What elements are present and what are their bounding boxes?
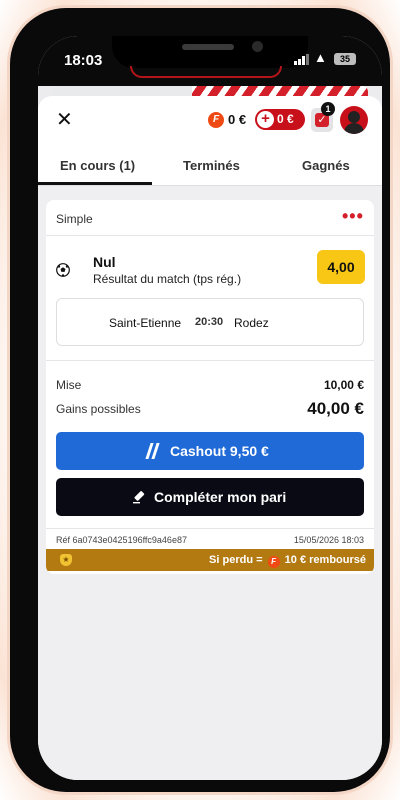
bet-reference: Réf 6a0743e0425196ffc9a46e87 bbox=[56, 535, 187, 545]
status-time: 18:03 bbox=[64, 52, 103, 69]
avatar[interactable] bbox=[340, 106, 368, 134]
bonus-balance: 0 € bbox=[277, 112, 294, 126]
my-bets-sheet: ✕ F 0 € + 0 € ✓ 1 En cours (1) Terminés bbox=[38, 96, 382, 780]
bet-type: Simple bbox=[56, 212, 93, 226]
plus-icon: + bbox=[257, 111, 274, 128]
betslip-count-badge: 1 bbox=[321, 102, 335, 116]
phone-frame: 18:03 ▲ 35 ✕ F 0 € + 0 € ✓ 1 En cours (1… bbox=[10, 8, 390, 792]
earpiece bbox=[182, 44, 234, 50]
bet-card: Simple ••• Nul Résultat du match (tps ré… bbox=[46, 200, 374, 574]
status-bar: 18:03 ▲ 35 bbox=[38, 36, 382, 86]
sheet-header: ✕ F 0 € + 0 € ✓ 1 bbox=[38, 96, 382, 144]
camera-icon bbox=[252, 41, 263, 52]
away-team: Rodez bbox=[234, 316, 269, 330]
refund-suffix: 10 € remboursé bbox=[284, 554, 366, 566]
bet-card-header: Simple ••• bbox=[46, 200, 374, 236]
stake-label: Mise bbox=[56, 378, 82, 392]
bet-status-tabs: En cours (1) Terminés Gagnés bbox=[38, 144, 382, 186]
cashout-icon bbox=[145, 443, 160, 459]
complete-bet-button[interactable]: Compléter mon pari bbox=[56, 478, 364, 516]
eraser-icon bbox=[133, 491, 145, 504]
football-icon bbox=[56, 263, 70, 277]
tab-termines[interactable]: Terminés bbox=[183, 158, 240, 173]
dynamic-island bbox=[112, 36, 308, 68]
bet-card-footer: Réf 6a0743e0425196ffc9a46e87 15/05/2026 … bbox=[46, 528, 374, 548]
bet-date: 15/05/2026 18:03 bbox=[293, 535, 364, 545]
shield-icon: ★ bbox=[60, 554, 72, 566]
bonus-balance-button[interactable]: + 0 € bbox=[255, 109, 305, 130]
bet-market: Résultat du match (tps rég.) bbox=[93, 272, 242, 286]
phone-screen: 18:03 ▲ 35 ✕ F 0 € + 0 € ✓ 1 En cours (1… bbox=[38, 36, 382, 780]
bet-selection: Nul bbox=[93, 254, 116, 270]
match-box[interactable]: Saint-Etienne 20:30 Rodez bbox=[56, 298, 364, 346]
complete-bet-label: Compléter mon pari bbox=[154, 489, 287, 505]
stake-value: 10,00 € bbox=[323, 378, 364, 392]
home-team: Saint-Etienne bbox=[109, 316, 182, 330]
fpoints-coin-icon: F bbox=[267, 556, 280, 568]
tab-gagnes[interactable]: Gagnés bbox=[302, 158, 350, 173]
more-options-icon[interactable]: ••• bbox=[342, 206, 364, 227]
active-tab-indicator bbox=[38, 182, 152, 185]
avatar-body bbox=[344, 123, 364, 134]
close-icon[interactable]: ✕ bbox=[56, 107, 73, 132]
kickoff-time: 20:30 bbox=[195, 316, 224, 328]
odds-badge: 4,00 bbox=[317, 250, 365, 284]
fpoints-balance: 0 € bbox=[228, 112, 247, 127]
avatar-head bbox=[348, 111, 360, 123]
tab-en-cours[interactable]: En cours (1) bbox=[60, 158, 135, 173]
cashout-label: Cashout 9,50 € bbox=[170, 443, 269, 459]
fpoints-coin-icon: F bbox=[208, 112, 224, 128]
potential-winnings-label: Gains possibles bbox=[56, 402, 141, 416]
refund-promo-bar: ★ Si perdu = F 10 € remboursé bbox=[46, 549, 374, 571]
refund-text: Si perdu = F 10 € remboursé bbox=[209, 554, 366, 568]
cashout-button[interactable]: Cashout 9,50 € bbox=[56, 432, 364, 470]
wifi-icon: ▲ bbox=[314, 50, 327, 65]
refund-prefix: Si perdu = bbox=[209, 554, 263, 566]
potential-winnings-value: 40,00 € bbox=[307, 399, 364, 418]
signal-icon bbox=[294, 54, 309, 65]
divider bbox=[46, 360, 374, 361]
live-activity-indicator bbox=[130, 66, 282, 78]
battery-icon: 35 bbox=[334, 53, 356, 65]
